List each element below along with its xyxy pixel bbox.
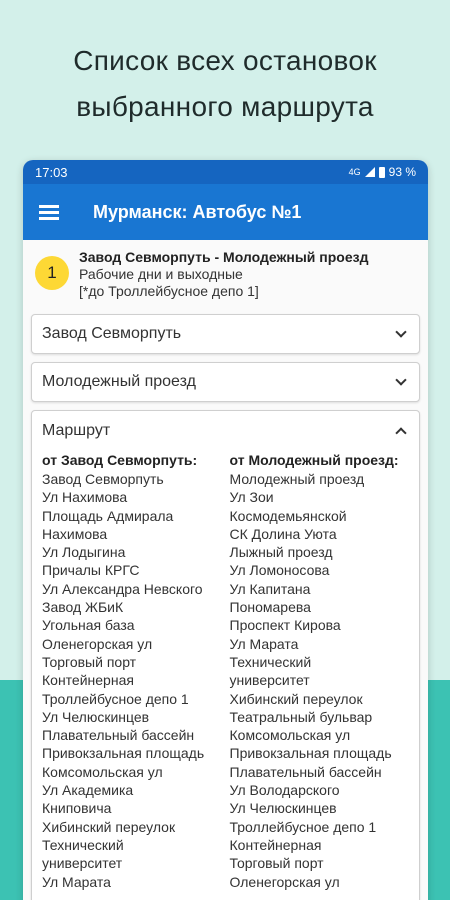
network-label: 4G [348, 167, 361, 177]
stop-item: Ул Академика [42, 782, 134, 799]
stop-item: Ул Челюскинцев [229, 800, 337, 817]
stop-item: Комсомольская ул [42, 763, 163, 780]
stop-item: Ул Зои [229, 489, 274, 506]
stop-item: Технический [229, 653, 312, 670]
route-name: Завод Севморпуть - Молодежный проезд [79, 249, 369, 265]
promo-line-2: выбранного маршрута [76, 91, 374, 122]
route-header: 1 Завод Севморпуть - Молодежный проезд Р… [23, 240, 428, 300]
route-info: Завод Севморпуть - Молодежный проезд Раб… [79, 248, 369, 300]
from-stop-select[interactable]: Завод Севморпуть [31, 314, 420, 354]
route-note: [*до Троллейбусное депо 1] [79, 283, 259, 299]
stop-item: Ул Марата [42, 873, 111, 890]
stop-item: Комсомольская ул [229, 727, 351, 744]
promo-caption: Список всех остановок выбранного маршрут… [0, 38, 450, 130]
stop-item: Театральный бульвар [229, 708, 373, 725]
stop-item: Ул Нахимова [42, 489, 128, 506]
stop-item: Торговый порт [229, 855, 324, 872]
stop-item: Молодежный проезд [229, 471, 365, 487]
app-title: Мурманск: Автобус №1 [93, 201, 302, 222]
stop-item: Космодемьянской [229, 507, 347, 524]
stop-item: Ул Ломоносова [229, 562, 330, 579]
backward-stops-list: Молодежный проезд Ул Зои Космодемьянской СК… [230, 470, 418, 891]
chevron-down-icon [395, 373, 407, 386]
stop-item: Ул Челюскинцев [42, 708, 150, 725]
chevron-up-icon [395, 427, 407, 439]
stop-item: Ул Марата [229, 635, 299, 652]
stop-item: Ул Володарского [229, 782, 340, 799]
battery-level: 93 % [388, 165, 416, 179]
stop-item: Завод Севморпуть [42, 471, 164, 487]
promo-line-1: Список всех остановок [73, 45, 377, 76]
stop-item: СК Долина Уюта [229, 525, 337, 542]
stop-item: Троллейбусное депо 1 [42, 690, 189, 707]
stop-item: Книповича [42, 800, 112, 817]
stops-column-forward: от Завод Севморпуть: Завод Севморпуть Ул … [42, 451, 230, 891]
phone-screen: 17:03 4G 93 % Мурманск: Автобус №1 1 Зав… [23, 160, 428, 900]
battery-icon [378, 166, 385, 178]
route-number-badge: 1 [35, 256, 69, 290]
stop-item: Ул Александра Невского [42, 580, 203, 597]
stop-item: Плавательный бассейн [229, 763, 382, 780]
status-icons: 4G 93 % [349, 165, 416, 179]
stop-item: Проспект Кирова [229, 617, 341, 634]
route-stops-panel: Маршрут от Завод Севморпуть: Завод Севмо… [31, 410, 420, 900]
stop-item: Ул Лодыгина [42, 544, 126, 561]
stop-item: Привокзальная площадь [229, 745, 392, 762]
route-panel-title: Маршрут [42, 422, 111, 439]
stop-item: Оленегорская ул [229, 873, 340, 890]
backward-column-header: от Молодежный проезд: [229, 452, 399, 468]
to-stop-select[interactable]: Молодежный проезд [31, 362, 420, 402]
route-panel-toggle[interactable]: Маршрут [32, 411, 419, 451]
from-stop-value: Завод Севморпуть [42, 325, 182, 342]
stop-item: Торговый порт [42, 653, 137, 670]
route-schedule: Рабочие дни и выходные [79, 266, 243, 282]
stop-item: Оленегорская ул [42, 635, 153, 652]
status-time: 17:03 [35, 164, 68, 180]
chevron-down-icon [395, 325, 407, 338]
stops-column-backward: от Молодежный проезд: Молодежный проезд У… [230, 451, 418, 891]
stop-item: Контейнерная [229, 836, 322, 853]
stop-item: университет [42, 855, 123, 872]
to-stop-value: Молодежный проезд [42, 373, 196, 390]
menu-icon[interactable] [39, 205, 59, 220]
status-bar: 17:03 4G 93 % [23, 160, 428, 184]
stops-columns: от Завод Севморпуть: Завод Севморпуть Ул … [32, 451, 419, 891]
stop-item: Хибинский переулок [229, 690, 363, 707]
stop-item: Контейнерная [42, 672, 134, 689]
stop-item: Лыжный проезд [229, 544, 333, 561]
stop-item: Ул Капитана [229, 580, 311, 597]
stop-item: Технический [42, 836, 124, 853]
signal-icon [364, 167, 375, 177]
stop-item: Угольная база [42, 617, 135, 634]
stop-item: Нахимова [42, 525, 108, 542]
stop-item: Площадь Адмирала [42, 507, 174, 524]
app-bar: Мурманск: Автобус №1 [23, 184, 428, 240]
stop-item: Причалы КРГС [42, 562, 140, 579]
stop-item: Плавательный бассейн [42, 727, 195, 744]
forward-column-header: от Завод Севморпуть: [42, 452, 198, 468]
stop-item: университет [229, 672, 310, 689]
stop-item: Привокзальная площадь [42, 745, 205, 762]
stop-item: Троллейбусное депо 1 [229, 818, 377, 835]
stop-item: Пономарева [229, 599, 311, 616]
forward-stops-list: Завод Севморпуть Ул Нахимова Площадь Адмир… [42, 470, 230, 891]
stop-item: Завод ЖБиК [42, 599, 124, 616]
stop-item: Хибинский переулок [42, 818, 176, 835]
